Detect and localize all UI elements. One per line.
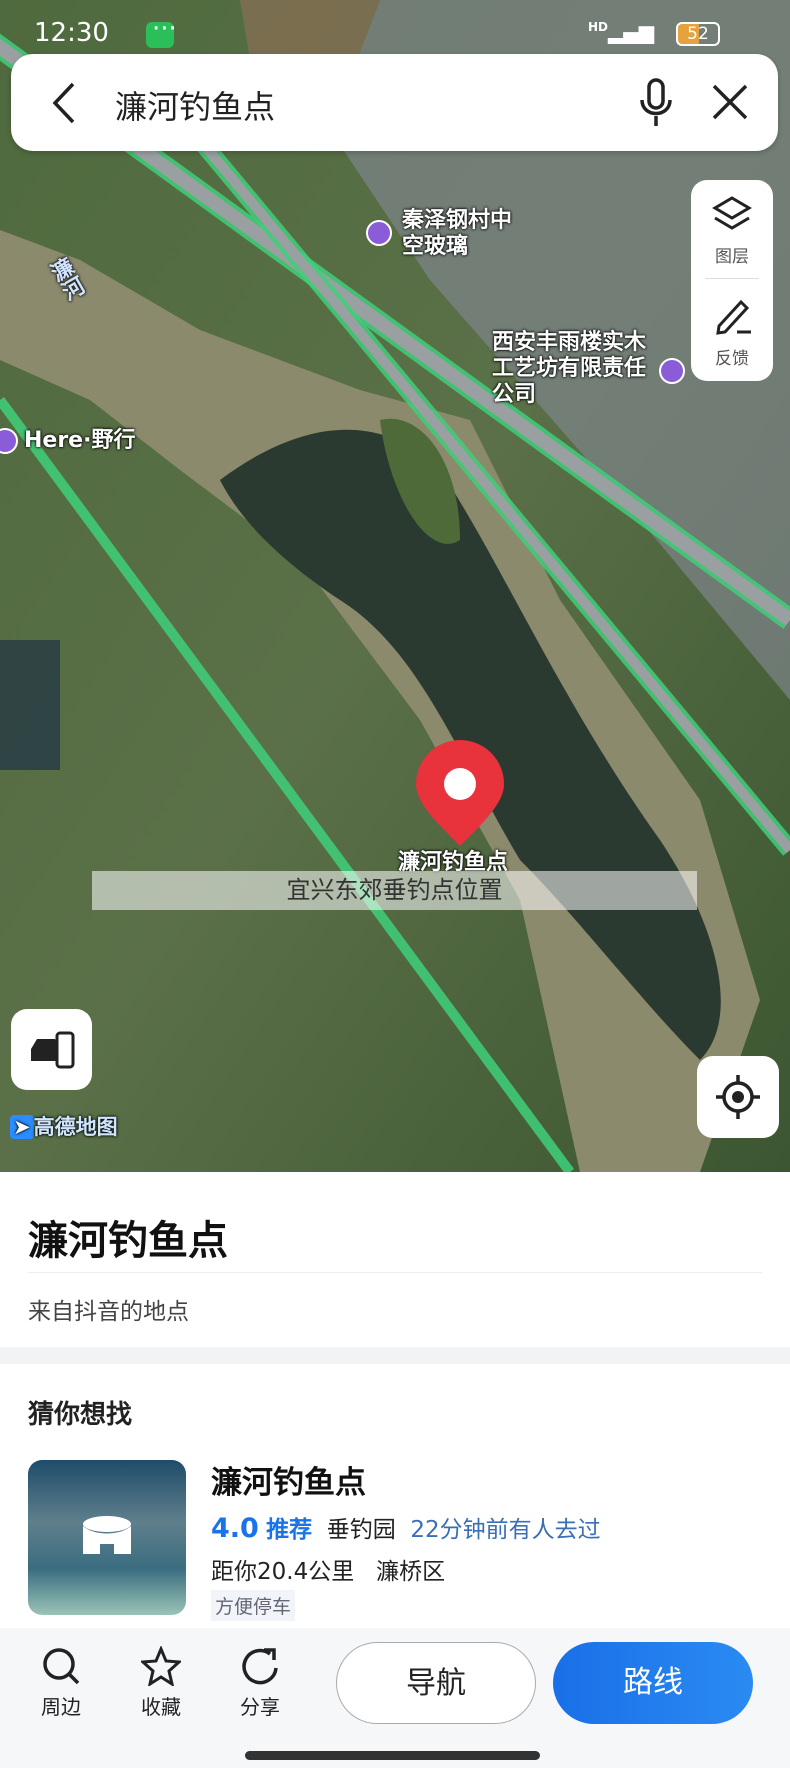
route-button[interactable]: 路线 (553, 1642, 753, 1724)
category: 垂钓园 (326, 1517, 396, 1543)
clock: 12:30 (34, 18, 109, 48)
divider (705, 278, 759, 279)
more-icon: ··· (152, 14, 177, 44)
search-input[interactable]: 濂河钓鱼点 (115, 82, 275, 128)
car-phone-icon (31, 1031, 75, 1069)
star-icon (139, 1645, 183, 1688)
image-caption: 宜兴东郊垂钓点位置 (92, 871, 697, 910)
locate-me-button[interactable] (697, 1056, 779, 1138)
divider (28, 1272, 762, 1273)
chevron-left-icon[interactable] (51, 82, 77, 124)
poi-label[interactable]: 秦泽钢村中空玻璃 (366, 208, 516, 260)
poi-marker-icon (659, 358, 685, 384)
section-separator (0, 1347, 790, 1364)
suggest-location: 距你20.4公里 濂桥区 (211, 1552, 445, 1586)
poi-marker-icon (366, 220, 392, 246)
traffic-mode-button[interactable] (11, 1009, 92, 1090)
share-button[interactable]: 分享 (225, 1646, 295, 1720)
favorite-button[interactable]: 收藏 (126, 1645, 196, 1720)
location-pin-icon[interactable] (414, 740, 506, 850)
satellite-map (0, 0, 790, 1172)
rating: 4.0 (211, 1513, 259, 1544)
place-title: 濂河钓鱼点 (28, 1218, 228, 1264)
poi-label[interactable]: Here·野行 (24, 428, 135, 454)
home-indicator[interactable] (245, 1751, 540, 1760)
layers-icon[interactable] (712, 194, 752, 234)
navigate-button[interactable]: 导航 (336, 1642, 536, 1724)
status-bar: 12:30 ··· HD ▂▄▆ 52 (0, 14, 790, 54)
microphone-icon[interactable] (639, 78, 673, 128)
search-icon (43, 1648, 80, 1685)
tag: 方便停车 (211, 1590, 296, 1621)
district: 濂桥区 (376, 1559, 446, 1585)
battery-icon: 52 (676, 22, 720, 46)
search-bar[interactable]: 濂河钓鱼点 (11, 54, 778, 151)
logo-icon: ➤ (10, 1115, 34, 1139)
edit-feedback-icon[interactable] (713, 296, 753, 336)
crosshair-icon (716, 1075, 760, 1119)
network-label: HD (588, 20, 609, 34)
poi-label[interactable]: 西安丰雨楼实木工艺坊有限责任公司 (492, 330, 662, 408)
feedback-button[interactable]: 反馈 (691, 344, 773, 369)
map-side-panel: 图层 反馈 (691, 180, 773, 381)
nearby-button[interactable]: 周边 (26, 1646, 96, 1720)
signal-icon: ▂▄▆ (608, 20, 655, 44)
distance: 距你20.4公里 (211, 1559, 355, 1585)
place-thumbnail[interactable] (28, 1460, 186, 1615)
suggest-meta: 4.0 推荐 垂钓园 22分钟前有人去过 (211, 1510, 601, 1544)
suggest-heading: 猜你想找 (28, 1400, 133, 1430)
map-view[interactable]: 12:30 ··· HD ▂▄▆ 52 濂河钓鱼点 图层 反馈 濂河 秦泽钢村中… (0, 0, 790, 1172)
close-icon[interactable] (712, 84, 748, 120)
amap-logo: ➤ 高德地图 (10, 1114, 118, 1140)
recent-visit: 22分钟前有人去过 (410, 1517, 601, 1543)
share-icon (242, 1648, 278, 1685)
bottom-action-bar: 周边 收藏 分享 导航 路线 (0, 1628, 790, 1768)
rating-label: 推荐 (266, 1517, 313, 1543)
suggest-name[interactable]: 濂河钓鱼点 (211, 1457, 366, 1502)
place-source: 来自抖音的地点 (28, 1299, 189, 1325)
stadium-icon (83, 1516, 131, 1554)
layers-button[interactable]: 图层 (691, 242, 773, 267)
